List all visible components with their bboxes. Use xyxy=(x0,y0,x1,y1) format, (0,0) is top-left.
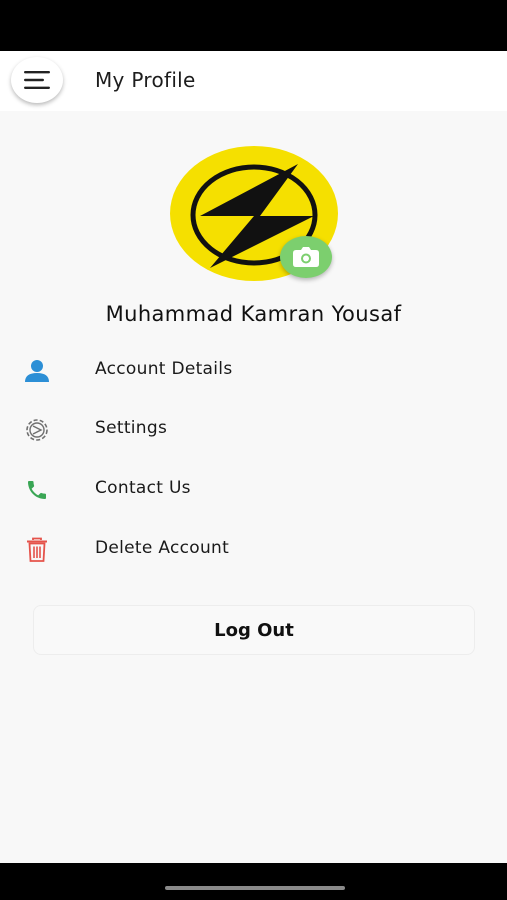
menu-item-settings[interactable]: Settings xyxy=(0,405,507,455)
menu-item-label: Delete Account xyxy=(95,538,230,558)
menu-item-label: Contact Us xyxy=(95,478,191,498)
navigation-bar xyxy=(0,863,507,900)
menu-item-label: Settings xyxy=(95,418,168,438)
app-header: My Profile xyxy=(0,51,507,111)
menu-item-label: Account Details xyxy=(95,359,233,379)
status-bar xyxy=(0,0,507,51)
home-indicator[interactable] xyxy=(165,886,345,890)
trash-icon xyxy=(22,536,52,564)
logout-button[interactable]: Log Out xyxy=(33,605,475,655)
gear-icon xyxy=(22,416,52,444)
menu-item-contact-us[interactable]: Contact Us xyxy=(0,465,507,515)
change-photo-button[interactable] xyxy=(280,236,332,278)
menu-button[interactable] xyxy=(11,57,63,103)
hamburger-menu-icon xyxy=(24,71,50,89)
camera-icon xyxy=(293,247,319,267)
menu-item-delete-account[interactable]: Delete Account xyxy=(0,525,507,575)
page-title: My Profile xyxy=(95,68,196,92)
phone-icon xyxy=(22,476,52,504)
menu-item-account-details[interactable]: Account Details xyxy=(0,346,507,396)
user-icon xyxy=(22,357,52,385)
profile-name: Muhammad Kamran Yousaf xyxy=(105,302,402,326)
app-screen: My Profile Muhammad Kamran Yousaf Accoun… xyxy=(0,51,507,863)
